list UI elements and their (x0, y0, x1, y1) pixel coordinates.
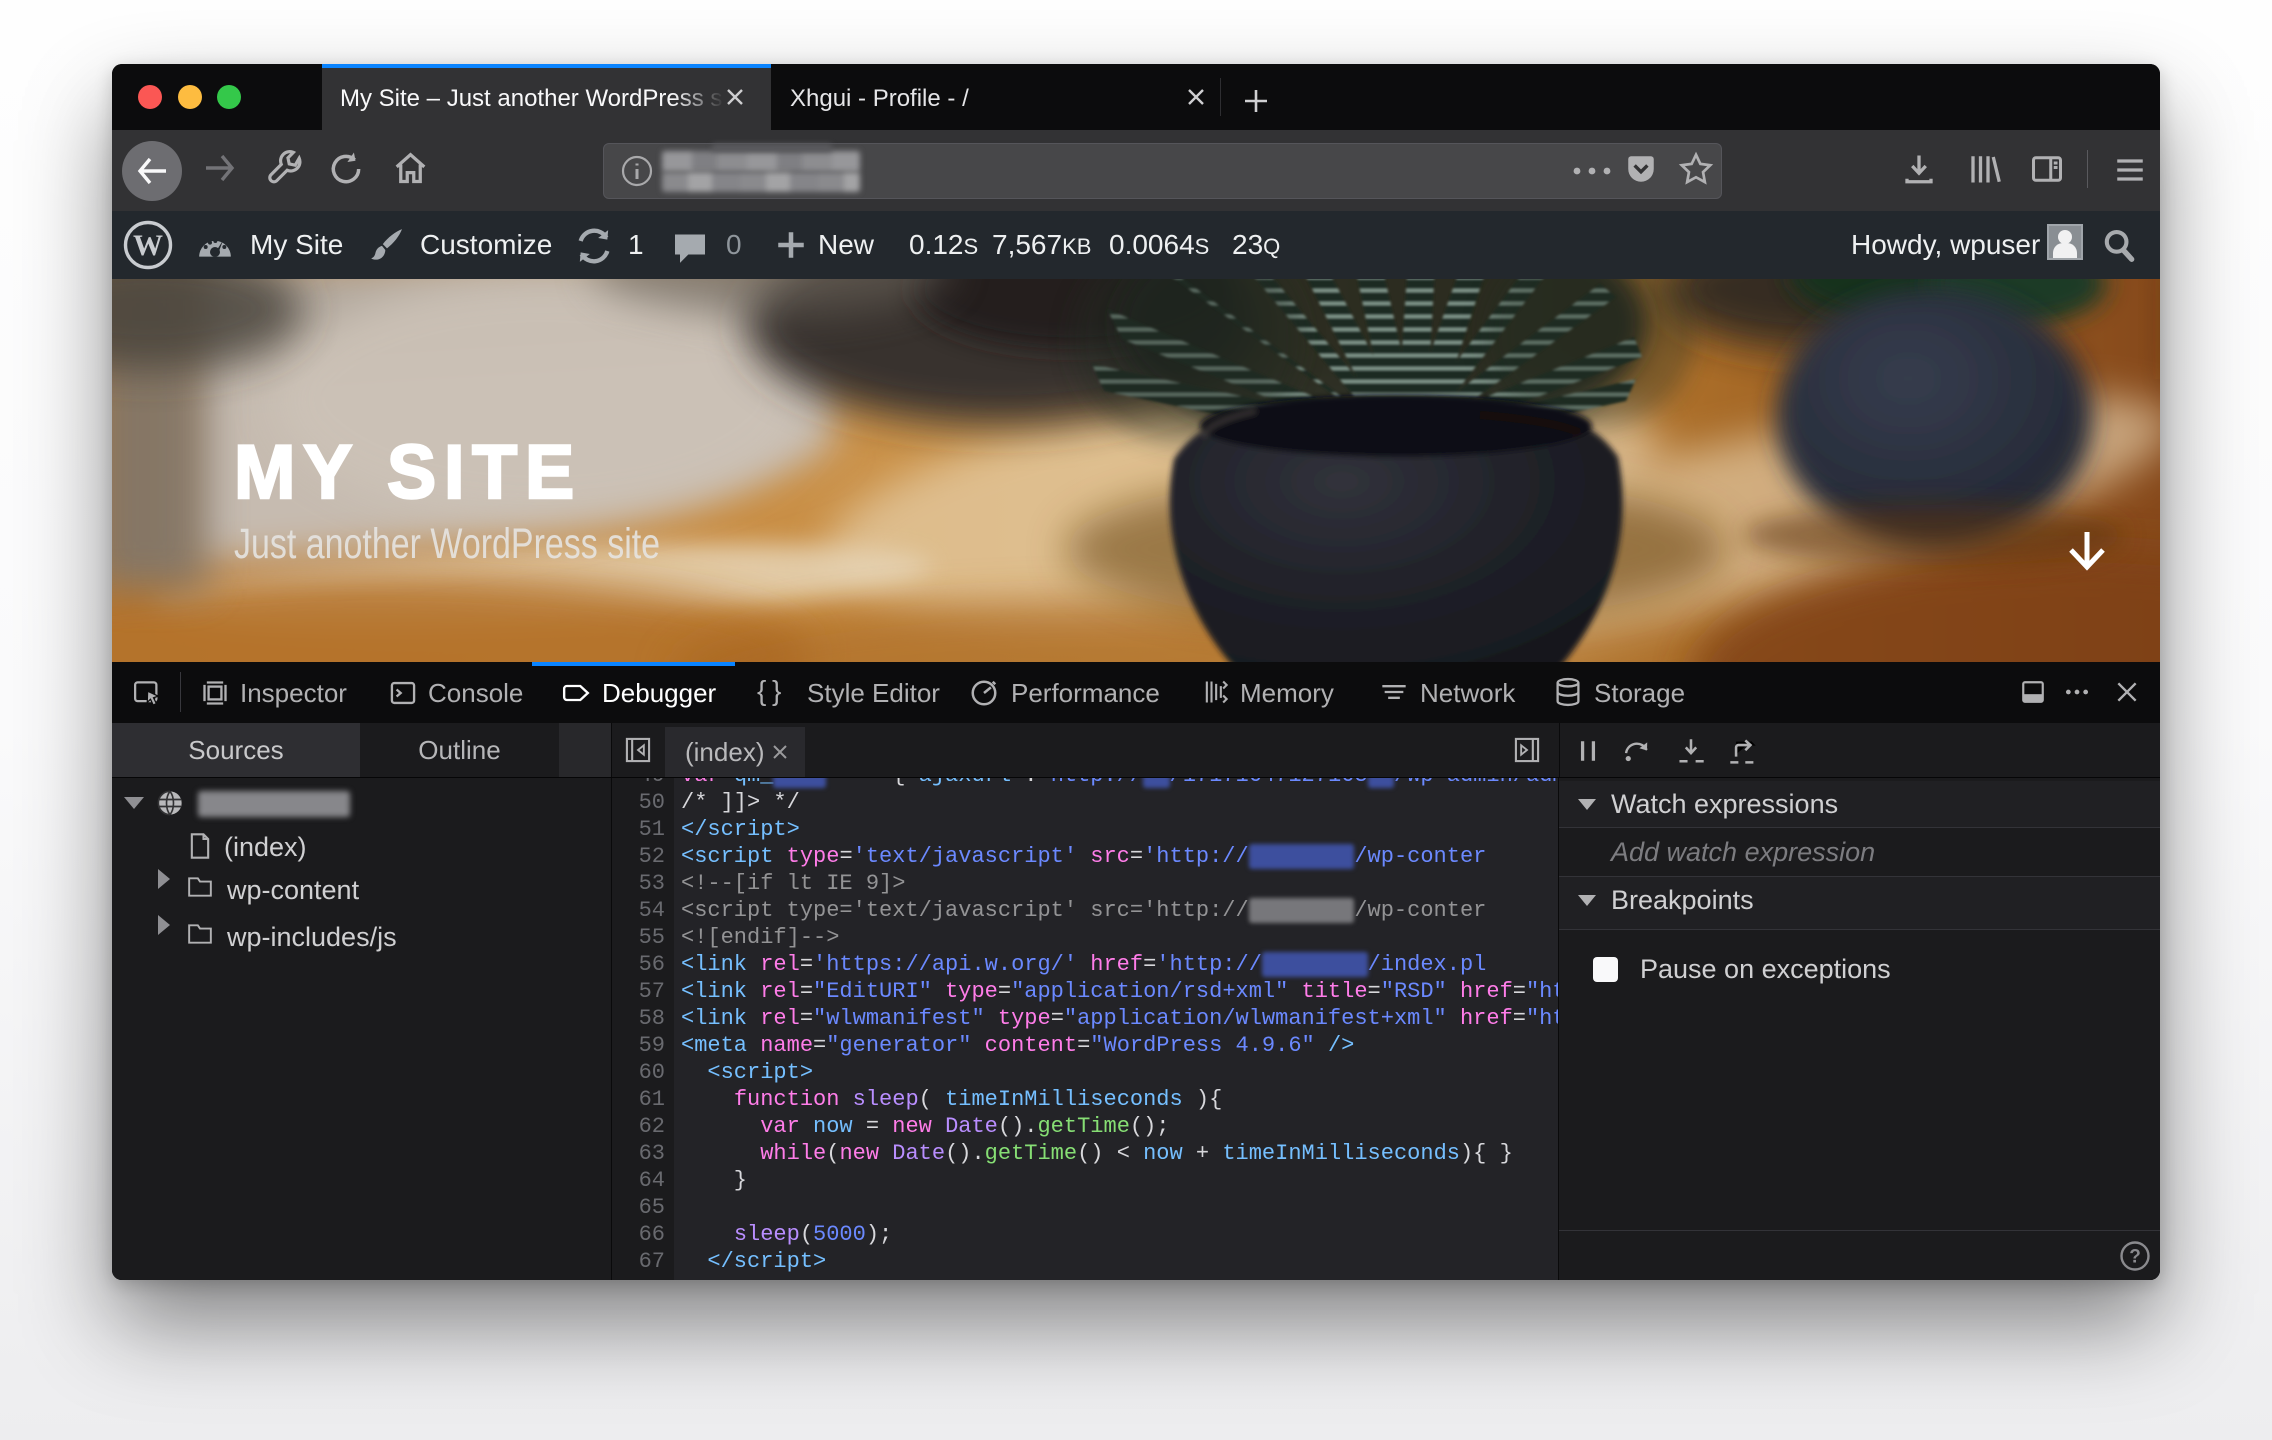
svg-text:?: ? (2129, 1247, 2141, 1268)
svg-text:W: W (133, 229, 163, 262)
